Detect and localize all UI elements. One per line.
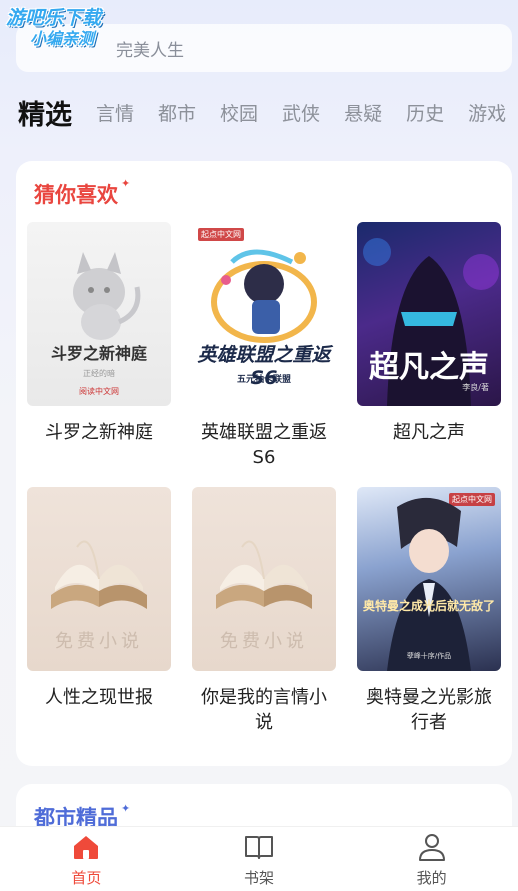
watermark-logo: 游吧乐下载 小编亲测	[6, 7, 102, 48]
character-illustration	[387, 497, 471, 671]
book-item[interactable]: 免费小说 你是我的言情小说	[192, 487, 336, 735]
book-item[interactable]: 起点中文网 奥特曼之成光后就无敌了 孽峰十序/作品 奥特曼之光影旅行者	[357, 487, 501, 735]
section-title-recommend: 猜你喜欢 ✦	[34, 177, 131, 209]
nav-profile[interactable]: 我的	[345, 827, 518, 891]
tab-urban[interactable]: 都市	[158, 99, 196, 126]
nav-label: 首页	[71, 868, 102, 887]
tab-mystery[interactable]: 悬疑	[344, 99, 382, 126]
book-cover[interactable]: 免费小说	[27, 487, 171, 671]
book-cover[interactable]: 超凡之声 李良/著	[357, 222, 501, 406]
home-icon	[74, 835, 99, 859]
book-icon	[245, 835, 273, 859]
category-tabs: 精选 言情 都市 校园 武侠 悬疑 历史 游戏	[0, 88, 518, 136]
cover-title: 斗罗之新神庭	[50, 344, 147, 363]
nav-home[interactable]: 首页	[0, 827, 173, 891]
tab-featured[interactable]: 精选	[18, 93, 72, 132]
nav-bookshelf[interactable]: 书架	[173, 827, 346, 891]
recommend-card: 猜你喜欢 ✦ 斗罗之新神庭 正经的暗 阅读中文网 斗罗之新神庭 起点中文网 英雄…	[16, 161, 512, 766]
book-item[interactable]: 免费小说 人性之现世报	[27, 487, 171, 710]
book-cover[interactable]: 斗罗之新神庭 正经的暗 阅读中文网	[27, 222, 171, 406]
tab-martial-arts[interactable]: 武侠	[282, 99, 320, 126]
cover-brand: 阅读中文网	[79, 387, 119, 396]
book-title: 你是我的言情小说	[201, 687, 327, 733]
cover-author: 李良/著	[462, 383, 489, 392]
book-title: 奥特曼之光影旅行者	[366, 687, 492, 733]
nav-label: 我的	[416, 868, 447, 887]
tab-history[interactable]: 历史	[406, 99, 444, 126]
book-item[interactable]: 起点中文网 英雄联盟之重返S6 五元抽卡联盟 英雄联盟之重返S6	[192, 222, 336, 470]
book-title: 英雄联盟之重返S6	[201, 422, 327, 468]
book-item[interactable]: 超凡之声 李良/著 超凡之声	[357, 222, 501, 445]
sparkle-icon: ✦	[121, 177, 131, 190]
book-title: 斗罗之新神庭	[45, 422, 153, 443]
cover-title: 超凡之声	[369, 350, 489, 385]
cover-author: 孽峰十序/作品	[406, 652, 452, 660]
cover-title: 免费小说	[220, 631, 308, 652]
section-title-text: 猜你喜欢	[34, 183, 118, 207]
tab-campus[interactable]: 校园	[220, 99, 258, 126]
sparkle-icon: ✦	[121, 802, 131, 815]
watermark-line-2: 小编亲测	[30, 28, 95, 48]
book-title: 人性之现世报	[45, 687, 153, 708]
cover-title: 免费小说	[55, 631, 143, 652]
bottom-nav: 首页 书架 我的	[0, 826, 518, 891]
tab-games[interactable]: 游戏	[468, 99, 506, 126]
cover-author: 正经的暗	[83, 369, 115, 378]
book-item[interactable]: 斗罗之新神庭 正经的暗 阅读中文网 斗罗之新神庭	[27, 222, 171, 445]
tab-romance[interactable]: 言情	[96, 99, 134, 126]
book-cover[interactable]: 起点中文网 英雄联盟之重返S6 五元抽卡联盟	[192, 222, 336, 406]
watermark-line-1: 游吧乐下载	[6, 7, 102, 29]
cover-subtitle: 五元抽卡联盟	[236, 375, 291, 385]
book-cover[interactable]: 起点中文网 奥特曼之成光后就无敌了 孽峰十序/作品	[357, 487, 501, 671]
nav-label: 书架	[244, 868, 275, 887]
book-title: 超凡之声	[393, 422, 465, 443]
user-icon	[418, 833, 445, 861]
search-placeholder: 完美人生	[116, 40, 184, 61]
cover-title: 奥特曼之成光后就无敌了	[362, 599, 495, 613]
book-cover[interactable]: 免费小说	[192, 487, 336, 671]
